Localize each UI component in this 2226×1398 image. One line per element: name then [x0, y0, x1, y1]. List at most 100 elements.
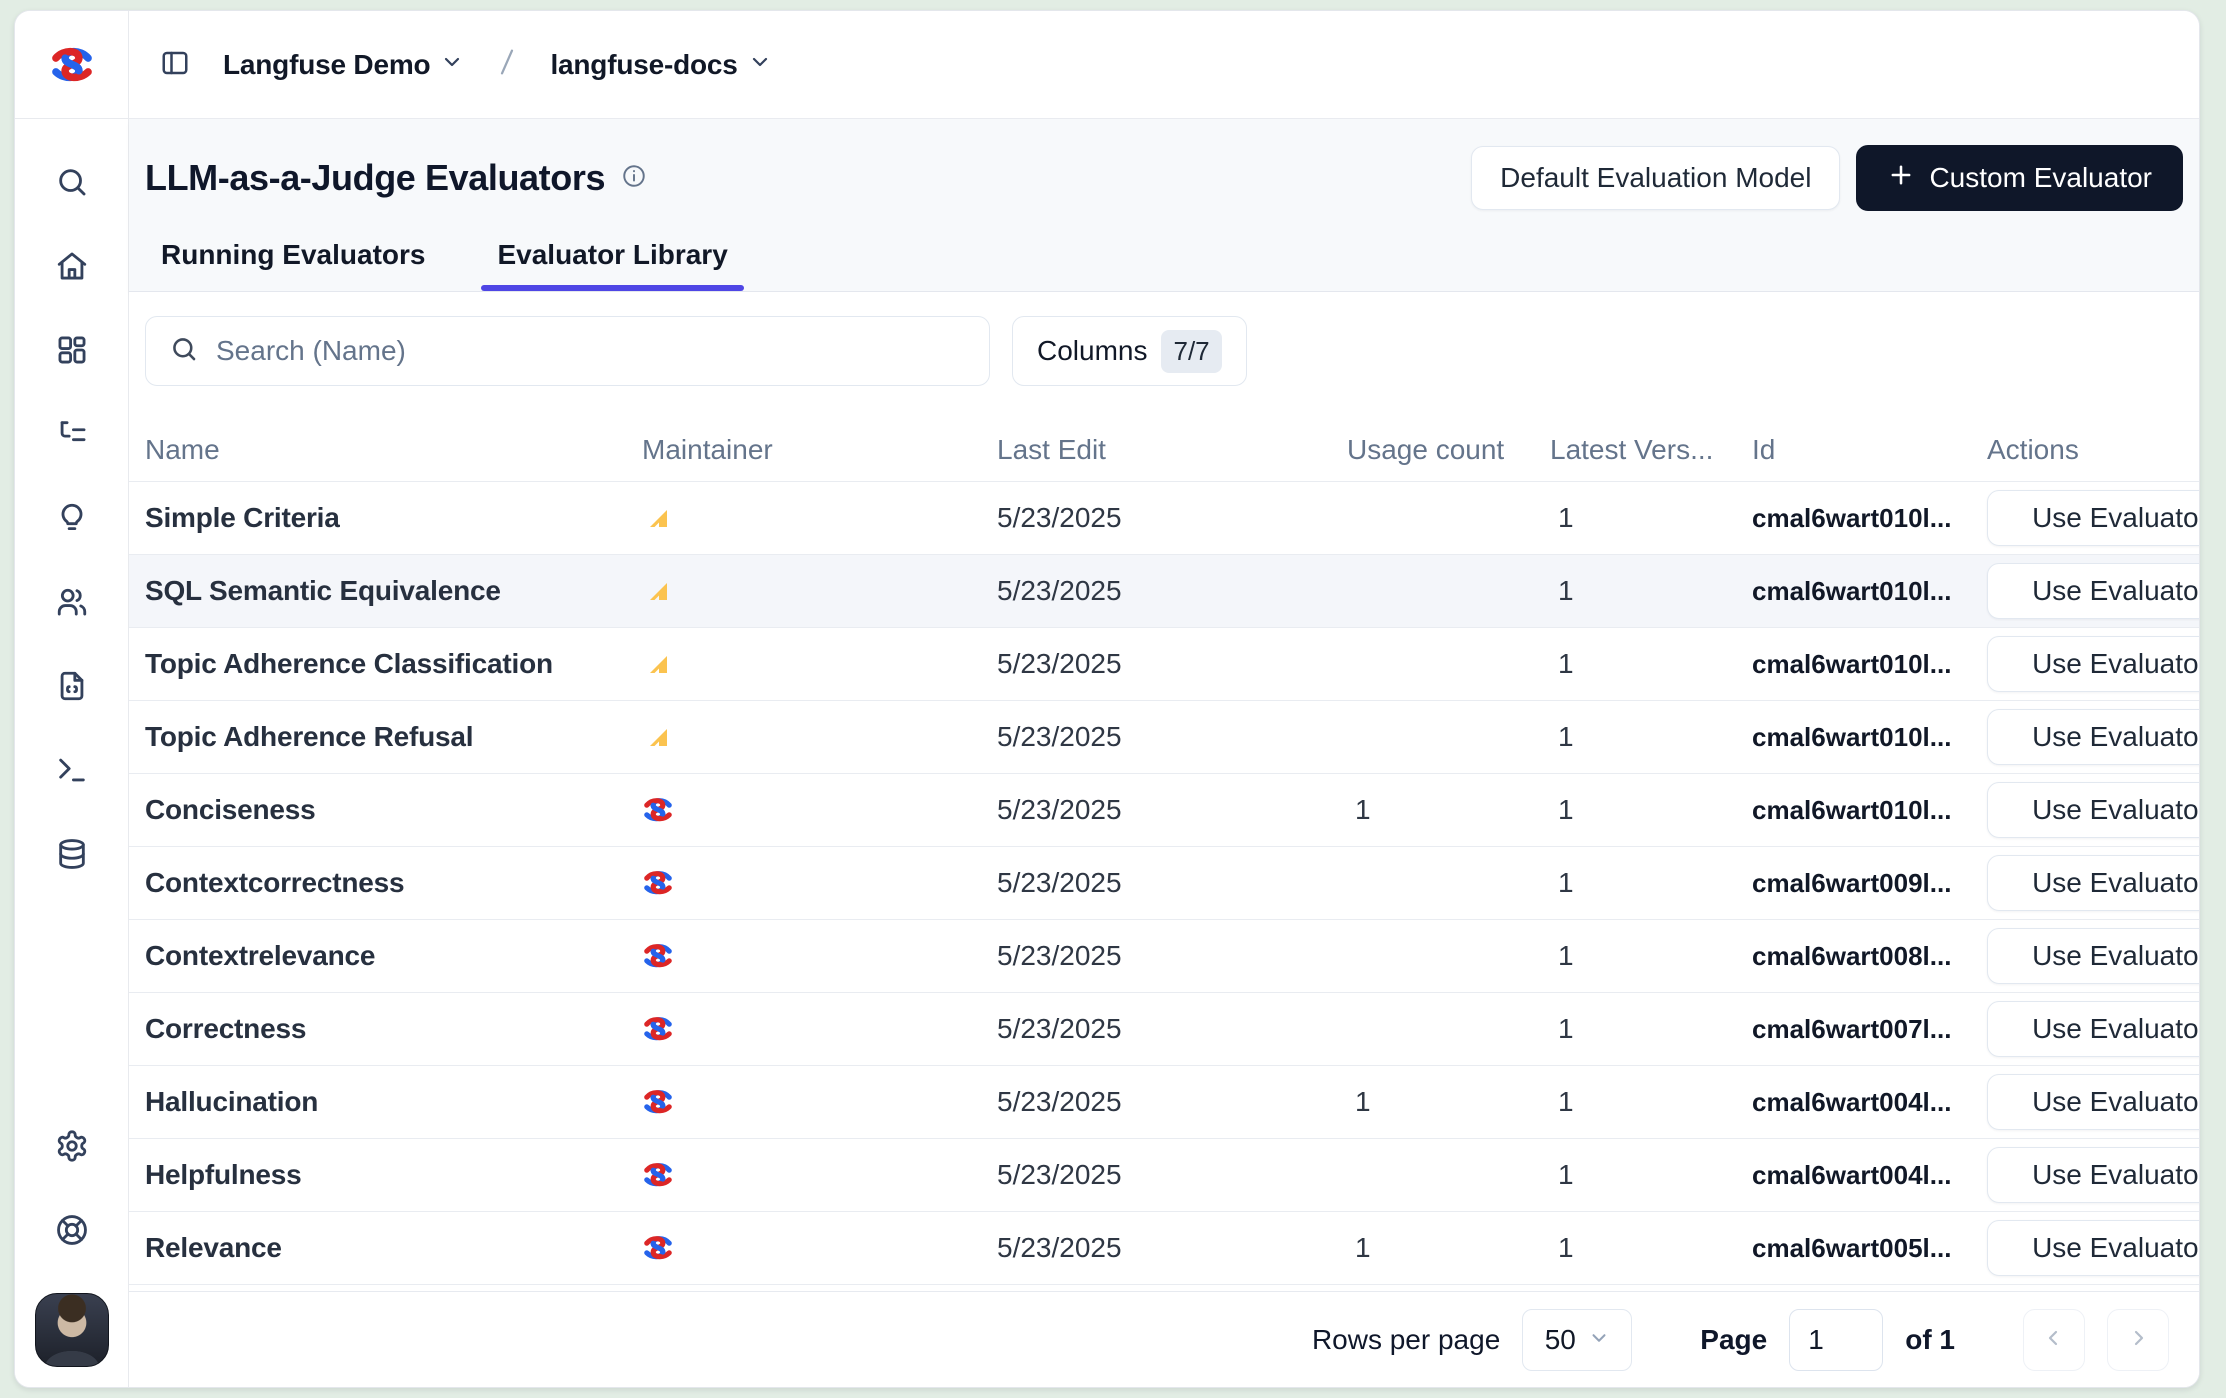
chevron-down-icon [1588, 1324, 1610, 1356]
use-evaluator-button[interactable]: Use Evaluator [1987, 1147, 2199, 1203]
table-row[interactable]: Contextrelevance 5/23/2025 1 cmal6wart00… [129, 920, 2199, 993]
column-header-name[interactable]: Name [145, 434, 642, 466]
sidebar-item-models[interactable] [50, 833, 94, 877]
use-evaluator-button[interactable]: Use Evaluator [1987, 1074, 2199, 1130]
usage-count: 1 [1347, 794, 1550, 826]
sidebar-item-home[interactable] [50, 245, 94, 289]
default-evaluation-model-button[interactable]: Default Evaluation Model [1471, 146, 1840, 210]
evaluator-id: cmal6wart010l... [1752, 649, 1987, 680]
info-icon[interactable] [621, 163, 647, 194]
langfuse-icon [642, 1236, 997, 1260]
latest-version: 1 [1550, 1159, 1752, 1191]
table-row[interactable]: Simple Criteria 5/23/2025 1 cmal6wart010… [129, 482, 2199, 555]
evaluator-name: Hallucination [145, 1086, 642, 1118]
page-header: LLM-as-a-Judge Evaluators Default Evalua… [129, 119, 2199, 292]
latest-version: 1 [1550, 502, 1752, 534]
last-edit-date: 5/23/2025 [997, 1159, 1347, 1191]
table-row[interactable]: Topic Adherence Refusal 5/23/2025 1 cmal… [129, 701, 2199, 774]
evaluator-name: Relevance [145, 1232, 642, 1264]
page-title: LLM-as-a-Judge Evaluators [145, 157, 605, 199]
last-edit-date: 5/23/2025 [997, 867, 1347, 899]
pagination-footer: Rows per page 50 Page of 1 [129, 1291, 2199, 1387]
maintainer-cell [642, 798, 997, 822]
usage-count: 1 [1347, 1232, 1550, 1264]
sidebar-item-tracing[interactable] [50, 413, 94, 457]
use-evaluator-button[interactable]: Use Evaluator [1987, 709, 2199, 765]
table-row[interactable]: Hallucination 5/23/2025 1 1 cmal6wart004… [129, 1066, 2199, 1139]
maintainer-cell [642, 1163, 997, 1187]
active-tab-underline [481, 285, 743, 291]
latest-version: 1 [1550, 794, 1752, 826]
content-area: Columns 7/7 Name Maintainer Last Edit Us… [129, 292, 2199, 1387]
search-box [145, 316, 990, 386]
maintainer-cell [642, 871, 997, 895]
column-header-latest-version[interactable]: Latest Vers... [1550, 434, 1752, 466]
maintainer-cell [642, 725, 997, 749]
use-evaluator-button[interactable]: Use Evaluator [1987, 782, 2199, 838]
table-row[interactable]: Relevance 5/23/2025 1 1 cmal6wart005l...… [129, 1212, 2199, 1285]
table-row[interactable]: Conciseness 5/23/2025 1 1 cmal6wart010l.… [129, 774, 2199, 847]
use-evaluator-button[interactable]: Use Evaluator [1987, 490, 2199, 546]
table-row[interactable]: Topic Adherence Classification 5/23/2025… [129, 628, 2199, 701]
previous-page-button[interactable] [2023, 1309, 2085, 1371]
use-evaluator-button[interactable]: Use Evaluator [1987, 636, 2199, 692]
last-edit-date: 5/23/2025 [997, 575, 1347, 607]
tab-evaluator-library[interactable]: Evaluator Library [481, 239, 743, 291]
evaluator-id: cmal6wart010l... [1752, 722, 1987, 753]
panel-left-icon [160, 48, 190, 81]
table-row[interactable]: Contextcorrectness 5/23/2025 1 cmal6wart… [129, 847, 2199, 920]
evaluator-id: cmal6wart005l... [1752, 1233, 1987, 1264]
table-row[interactable]: Helpfulness 5/23/2025 1 cmal6wart004l...… [129, 1139, 2199, 1212]
evaluator-id: cmal6wart004l... [1752, 1087, 1987, 1118]
evaluator-name: SQL Semantic Equivalence [145, 575, 642, 607]
maintainer-cell [642, 579, 997, 603]
evaluator-name: Topic Adherence Refusal [145, 721, 642, 753]
org-switcher[interactable]: Langfuse Demo [215, 43, 472, 87]
maintainer-cell [642, 1090, 997, 1114]
table-row[interactable]: Correctness 5/23/2025 1 cmal6wart007l...… [129, 993, 2199, 1066]
latest-version: 1 [1550, 867, 1752, 899]
main-panel: Langfuse Demo langfuse-docs LLM-as-a-Jud… [129, 11, 2199, 1387]
langfuse-logo[interactable] [15, 11, 128, 119]
chevron-down-icon [440, 50, 464, 79]
use-evaluator-button[interactable]: Use Evaluator [1987, 1001, 2199, 1057]
use-evaluator-button[interactable]: Use Evaluator [1987, 1220, 2199, 1276]
toggle-sidebar-button[interactable] [153, 43, 197, 87]
column-header-id[interactable]: Id [1752, 434, 1987, 466]
user-avatar[interactable] [35, 1293, 109, 1367]
sidebar-item-users[interactable] [50, 581, 94, 625]
support-button[interactable] [50, 1209, 94, 1253]
langfuse-icon [642, 1090, 997, 1114]
evaluator-name: Contextcorrectness [145, 867, 642, 899]
evaluator-id: cmal6wart010l... [1752, 576, 1987, 607]
tab-running-evaluators[interactable]: Running Evaluators [145, 239, 441, 291]
use-evaluator-button[interactable]: Use Evaluator [1987, 855, 2199, 911]
use-evaluator-button[interactable]: Use Evaluator [1987, 928, 2199, 984]
project-switcher[interactable]: langfuse-docs [542, 43, 779, 87]
evaluator-name: Correctness [145, 1013, 642, 1045]
last-edit-date: 5/23/2025 [997, 940, 1347, 972]
column-header-last-edit[interactable]: Last Edit [997, 434, 1347, 466]
settings-button[interactable] [50, 1125, 94, 1169]
latest-version: 1 [1550, 1086, 1752, 1118]
search-input[interactable] [216, 335, 965, 367]
sidebar-item-search[interactable] [50, 161, 94, 205]
sidebar-item-datasets[interactable] [50, 665, 94, 709]
database-icon [55, 837, 89, 874]
columns-button[interactable]: Columns 7/7 [1012, 316, 1247, 386]
column-header-usage-count[interactable]: Usage count [1347, 434, 1550, 466]
rows-per-page-select[interactable]: 50 [1522, 1309, 1632, 1371]
page-number-input[interactable] [1789, 1309, 1883, 1371]
chevron-down-icon [748, 50, 772, 79]
column-header-maintainer[interactable]: Maintainer [642, 434, 997, 466]
use-evaluator-button[interactable]: Use Evaluator [1987, 563, 2199, 619]
sidebar-item-prompts[interactable] [50, 497, 94, 541]
sidebar-item-dashboards[interactable] [50, 329, 94, 373]
table-row[interactable]: SQL Semantic Equivalence 5/23/2025 1 cma… [129, 555, 2199, 628]
column-header-actions[interactable]: Actions [1987, 434, 2183, 466]
next-page-button[interactable] [2107, 1309, 2169, 1371]
plus-icon [1887, 161, 1915, 196]
custom-evaluator-button[interactable]: Custom Evaluator [1856, 145, 2183, 211]
langfuse-icon [642, 871, 997, 895]
sidebar-item-playground[interactable] [50, 749, 94, 793]
